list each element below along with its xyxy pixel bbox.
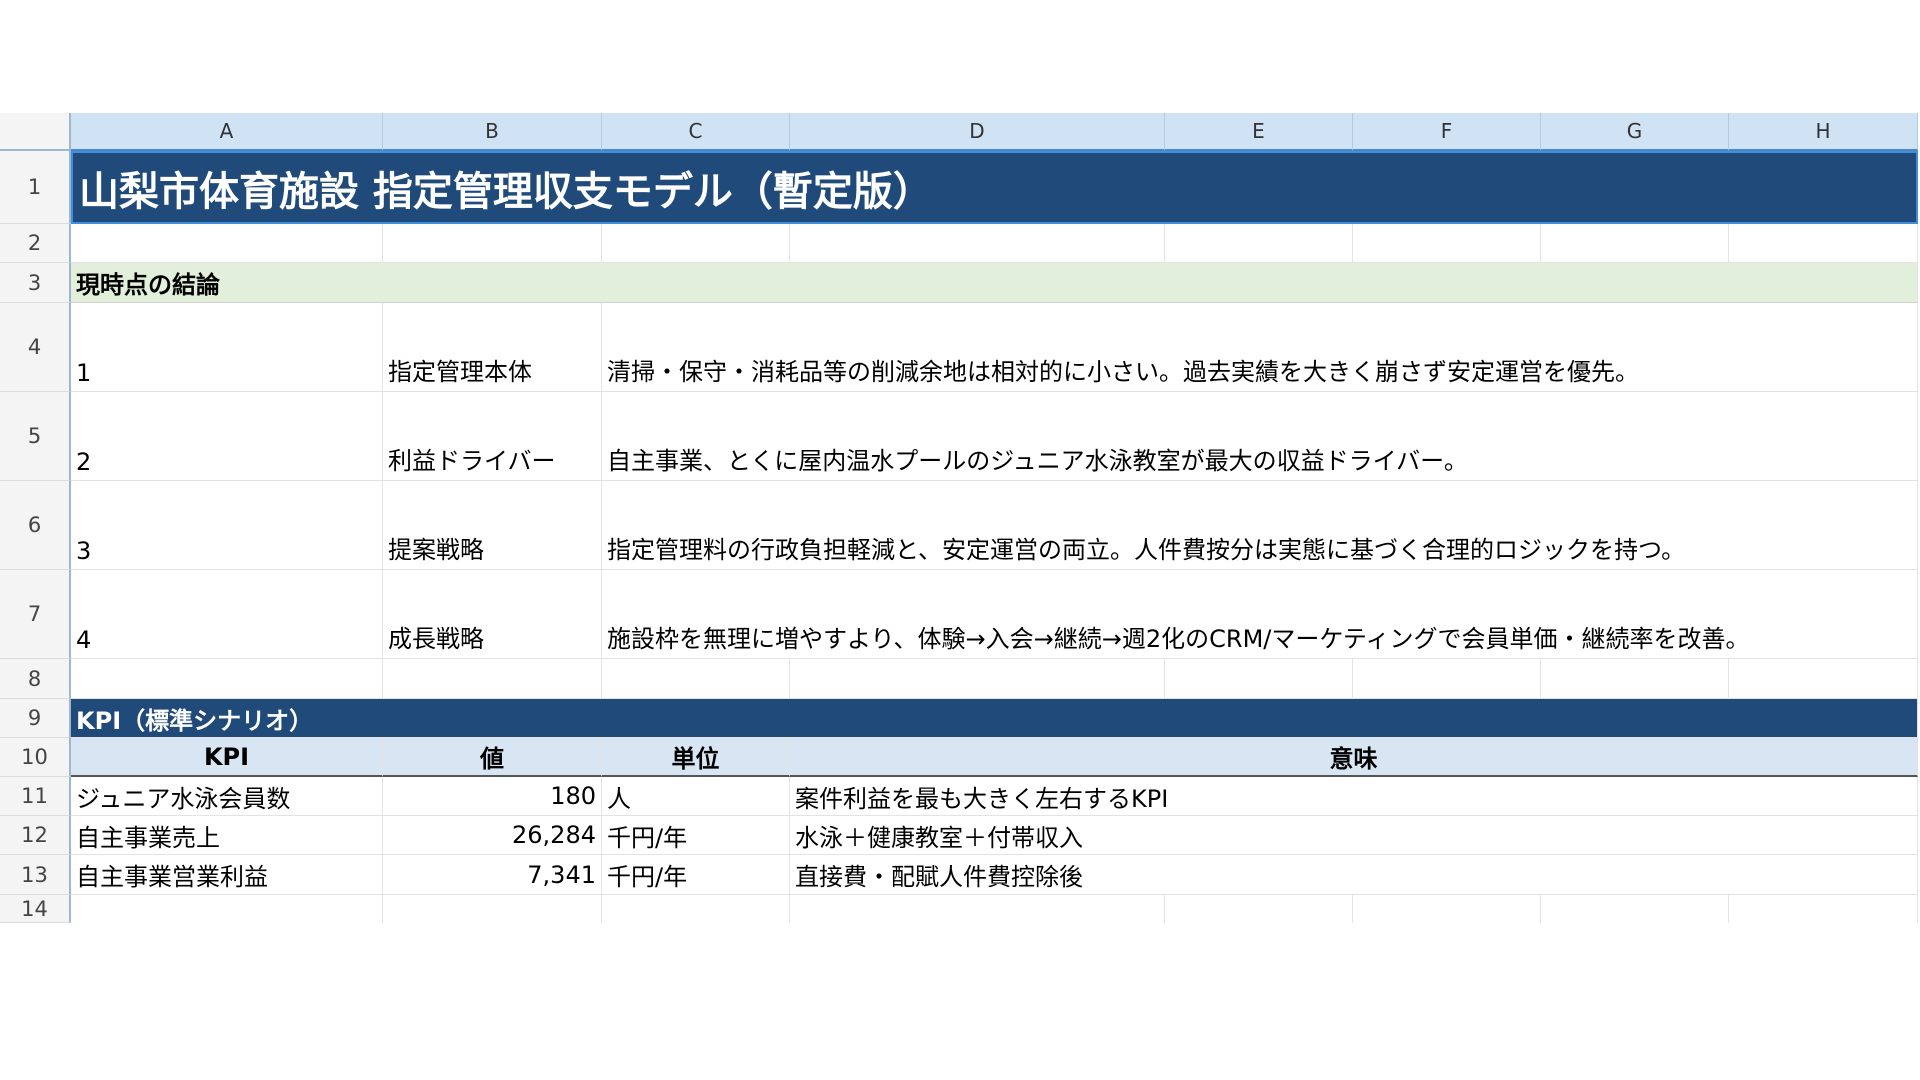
kpi-meaning-cell[interactable]: 案件利益を最も大きく左右するKPI bbox=[790, 777, 1918, 816]
cell[interactable] bbox=[71, 895, 383, 923]
column-header-a[interactable]: A bbox=[71, 113, 383, 151]
row-header-4[interactable]: 4 bbox=[0, 303, 71, 392]
cell[interactable] bbox=[602, 659, 790, 699]
cell[interactable] bbox=[1729, 224, 1918, 263]
cell[interactable] bbox=[602, 895, 790, 923]
cell[interactable] bbox=[602, 224, 790, 263]
row-header-7[interactable]: 7 bbox=[0, 570, 71, 659]
cell[interactable] bbox=[71, 224, 383, 263]
kpi-header-name[interactable]: KPI bbox=[71, 738, 383, 777]
kpi-unit-cell[interactable]: 千円/年 bbox=[602, 816, 790, 855]
row-header-13[interactable]: 13 bbox=[0, 855, 71, 895]
cell[interactable] bbox=[1541, 659, 1729, 699]
cell[interactable] bbox=[790, 895, 1165, 923]
conclusion-text-cell[interactable]: 自主事業、とくに屋内温水プールのジュニア水泳教室が最大の収益ドライバー。 bbox=[602, 392, 1918, 481]
cell[interactable] bbox=[1353, 224, 1541, 263]
cell[interactable] bbox=[383, 659, 602, 699]
conclusion-text-cell[interactable]: 清掃・保守・消耗品等の削減余地は相対的に小さい。過去実績を大きく崩さず安定運営を… bbox=[602, 303, 1918, 392]
conclusion-heading-cell[interactable]: 現時点の結論 bbox=[71, 263, 1918, 303]
kpi-name-cell[interactable]: 自主事業営業利益 bbox=[71, 855, 383, 895]
cell[interactable] bbox=[1165, 895, 1353, 923]
cell[interactable] bbox=[1353, 895, 1541, 923]
cell[interactable] bbox=[1541, 895, 1729, 923]
row-header-10[interactable]: 10 bbox=[0, 738, 71, 777]
cell[interactable] bbox=[790, 224, 1165, 263]
row-header-14[interactable]: 14 bbox=[0, 895, 71, 923]
conclusion-label-cell[interactable]: 成長戦略 bbox=[383, 570, 602, 659]
conclusion-label-cell[interactable]: 利益ドライバー bbox=[383, 392, 602, 481]
row-header-1[interactable]: 1 bbox=[0, 151, 71, 224]
row-header-2[interactable]: 2 bbox=[0, 224, 71, 263]
column-header-h[interactable]: H bbox=[1729, 113, 1918, 151]
column-header-g[interactable]: G bbox=[1541, 113, 1729, 151]
kpi-value-cell[interactable]: 180 bbox=[383, 777, 602, 816]
kpi-unit-cell[interactable]: 人 bbox=[602, 777, 790, 816]
kpi-meaning-cell[interactable]: 直接費・配賦人件費控除後 bbox=[790, 855, 1918, 895]
row-header-12[interactable]: 12 bbox=[0, 816, 71, 855]
row-header-11[interactable]: 11 bbox=[0, 777, 71, 816]
row-header-8[interactable]: 8 bbox=[0, 659, 71, 699]
select-all-corner[interactable] bbox=[0, 113, 71, 151]
cell[interactable] bbox=[383, 224, 602, 263]
sheet-title-cell[interactable]: 山梨市体育施設 指定管理収支モデル（暫定版） bbox=[71, 151, 1918, 224]
cell[interactable] bbox=[1165, 224, 1353, 263]
column-header-e[interactable]: E bbox=[1165, 113, 1353, 151]
kpi-name-cell[interactable]: 自主事業売上 bbox=[71, 816, 383, 855]
kpi-name-cell[interactable]: ジュニア水泳会員数 bbox=[71, 777, 383, 816]
column-header-f[interactable]: F bbox=[1353, 113, 1541, 151]
cell[interactable] bbox=[1729, 895, 1918, 923]
kpi-heading-cell[interactable]: KPI（標準シナリオ） bbox=[71, 699, 1918, 738]
cell[interactable] bbox=[1729, 659, 1918, 699]
conclusion-num-cell[interactable]: 2 bbox=[71, 392, 383, 481]
kpi-header-meaning[interactable]: 意味 bbox=[790, 738, 1918, 777]
column-header-d[interactable]: D bbox=[790, 113, 1165, 151]
kpi-header-value[interactable]: 値 bbox=[383, 738, 602, 777]
column-header-b[interactable]: B bbox=[383, 113, 602, 151]
conclusion-num-cell[interactable]: 1 bbox=[71, 303, 383, 392]
kpi-header-unit[interactable]: 単位 bbox=[602, 738, 790, 777]
cell[interactable] bbox=[1165, 659, 1353, 699]
row-header-6[interactable]: 6 bbox=[0, 481, 71, 570]
row-header-3[interactable]: 3 bbox=[0, 263, 71, 303]
row-header-9[interactable]: 9 bbox=[0, 699, 71, 738]
conclusion-text-cell[interactable]: 施設枠を無理に増やすより、体験→入会→継続→週2化のCRM/マーケティングで会員… bbox=[602, 570, 1918, 659]
kpi-value-cell[interactable]: 26,284 bbox=[383, 816, 602, 855]
kpi-unit-cell[interactable]: 千円/年 bbox=[602, 855, 790, 895]
cell[interactable] bbox=[71, 659, 383, 699]
spreadsheet-grid: A B C D E F G H 1 2 3 4 5 6 7 8 9 10 11 … bbox=[0, 113, 1920, 923]
conclusion-label-cell[interactable]: 指定管理本体 bbox=[383, 303, 602, 392]
row-header-5[interactable]: 5 bbox=[0, 392, 71, 481]
conclusion-num-cell[interactable]: 4 bbox=[71, 570, 383, 659]
kpi-value-cell[interactable]: 7,341 bbox=[383, 855, 602, 895]
cell[interactable] bbox=[790, 659, 1165, 699]
kpi-meaning-cell[interactable]: 水泳＋健康教室＋付帯収入 bbox=[790, 816, 1918, 855]
conclusion-label-cell[interactable]: 提案戦略 bbox=[383, 481, 602, 570]
cell[interactable] bbox=[383, 895, 602, 923]
conclusion-num-cell[interactable]: 3 bbox=[71, 481, 383, 570]
cell[interactable] bbox=[1353, 659, 1541, 699]
column-header-c[interactable]: C bbox=[602, 113, 790, 151]
cell[interactable] bbox=[1541, 224, 1729, 263]
conclusion-text-cell[interactable]: 指定管理料の行政負担軽減と、安定運営の両立。人件費按分は実態に基づく合理的ロジッ… bbox=[602, 481, 1918, 570]
